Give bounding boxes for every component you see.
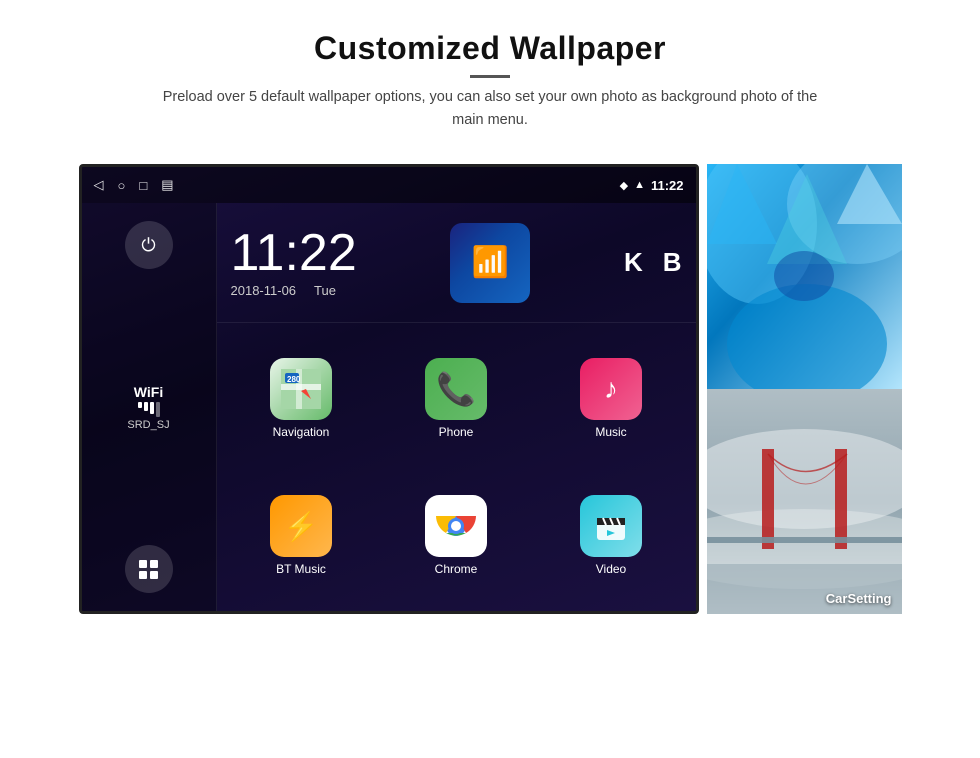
wifi-bars (127, 402, 169, 417)
home-icon[interactable]: ○ (118, 178, 126, 193)
device-wrapper: ◁ ○ □ ▤ ◆ ▲ 11:22 ⏻ (79, 164, 902, 614)
chrome-icon (425, 495, 487, 557)
screenshot-icon[interactable]: ▤ (161, 177, 173, 193)
signal-icon: 📶 (472, 245, 509, 280)
clock-right-apps: K B (624, 247, 682, 278)
wifi-bar-4 (156, 402, 160, 417)
main-content: ⏻ WiFi SRD_SJ (82, 203, 696, 611)
page-title: Customized Wallpaper (150, 30, 830, 67)
app-item-chrome[interactable]: Chrome (382, 470, 531, 601)
apps-dot (150, 571, 158, 579)
clock-display: 11:22 (231, 227, 357, 279)
power-icon: ⏻ (141, 235, 155, 256)
wifi-widget-icon[interactable]: 📶 (450, 223, 530, 303)
app-item-bt[interactable]: ⚡ BT Music (227, 470, 376, 601)
apps-dot (139, 560, 147, 568)
wallpaper-bridge-label: CarSetting (826, 591, 892, 606)
chrome-label: Chrome (435, 562, 478, 576)
bridge-svg (707, 389, 902, 614)
wallpaper-ice[interactable] (707, 164, 902, 389)
recents-icon[interactable]: □ (139, 178, 147, 193)
wifi-bar-3 (150, 402, 154, 414)
left-sidebar: ⏻ WiFi SRD_SJ (82, 203, 217, 611)
apps-button[interactable] (125, 545, 173, 593)
chrome-svg (432, 502, 480, 550)
apps-dot (139, 571, 147, 579)
clapper-svg (593, 508, 629, 544)
music-glyph: ♪ (604, 373, 618, 405)
wifi-status-icon: ▲ (634, 179, 645, 191)
power-button[interactable]: ⏻ (125, 221, 173, 269)
wallpaper-bridge[interactable]: CarSetting (707, 389, 902, 614)
apps-grid-icon (137, 558, 160, 581)
navigation-label: Navigation (273, 425, 330, 439)
app-item-music[interactable]: ♪ Music (537, 333, 686, 464)
navigation-icon: 280 (270, 358, 332, 420)
svg-text:280: 280 (287, 375, 301, 384)
ice-svg (707, 164, 902, 389)
bt-icon: ⚡ (270, 495, 332, 557)
phone-label: Phone (439, 425, 474, 439)
app-shortcut-b[interactable]: B (663, 247, 682, 278)
wifi-bar-1 (138, 402, 142, 408)
map-svg: 280 (281, 369, 321, 409)
clock-date: 2018-11-06 Tue (231, 283, 336, 298)
wifi-label: WiFi (127, 384, 169, 400)
date-text: 2018-11-06 (231, 283, 297, 298)
phone-icon: 📞 (425, 358, 487, 420)
day-text: Tue (314, 283, 336, 298)
location-icon: ◆ (620, 179, 628, 192)
status-time: 11:22 (651, 178, 684, 193)
clock-area: 11:22 2018-11-06 Tue 📶 K B (217, 203, 696, 323)
bt-label: BT Music (276, 562, 326, 576)
android-screen: ◁ ○ □ ▤ ◆ ▲ 11:22 ⏻ (79, 164, 699, 614)
status-right: ◆ ▲ 11:22 (620, 178, 684, 193)
phone-glyph: 📞 (436, 370, 476, 408)
app-item-video[interactable]: Video (537, 470, 686, 601)
back-icon[interactable]: ◁ (94, 177, 104, 193)
video-icon (580, 495, 642, 557)
app-item-navigation[interactable]: 280 Navigation (227, 333, 376, 464)
bluetooth-glyph: ⚡ (284, 510, 319, 543)
wifi-bar-2 (144, 402, 148, 411)
title-section: Customized Wallpaper Preload over 5 defa… (150, 30, 830, 132)
page-container: Customized Wallpaper Preload over 5 defa… (0, 0, 980, 758)
app-grid: 280 Navigation 📞 Phone (217, 323, 696, 611)
wifi-info: WiFi SRD_SJ (127, 384, 169, 431)
music-icon: ♪ (580, 358, 642, 420)
video-label: Video (596, 562, 626, 576)
nav-icons: ◁ ○ □ ▤ (94, 177, 174, 193)
title-divider (470, 75, 510, 78)
app-shortcut-k[interactable]: K (624, 247, 643, 278)
wallpaper-thumbnails: CarSetting (707, 164, 902, 614)
status-bar: ◁ ○ □ ▤ ◆ ▲ 11:22 (82, 167, 696, 203)
page-subtitle: Preload over 5 default wallpaper options… (150, 86, 830, 132)
app-item-phone[interactable]: 📞 Phone (382, 333, 531, 464)
center-content: 11:22 2018-11-06 Tue 📶 K B (217, 203, 696, 611)
clock-section: 11:22 2018-11-06 Tue (231, 227, 357, 298)
apps-dot (150, 560, 158, 568)
music-label: Music (595, 425, 626, 439)
wifi-ssid: SRD_SJ (127, 419, 169, 431)
